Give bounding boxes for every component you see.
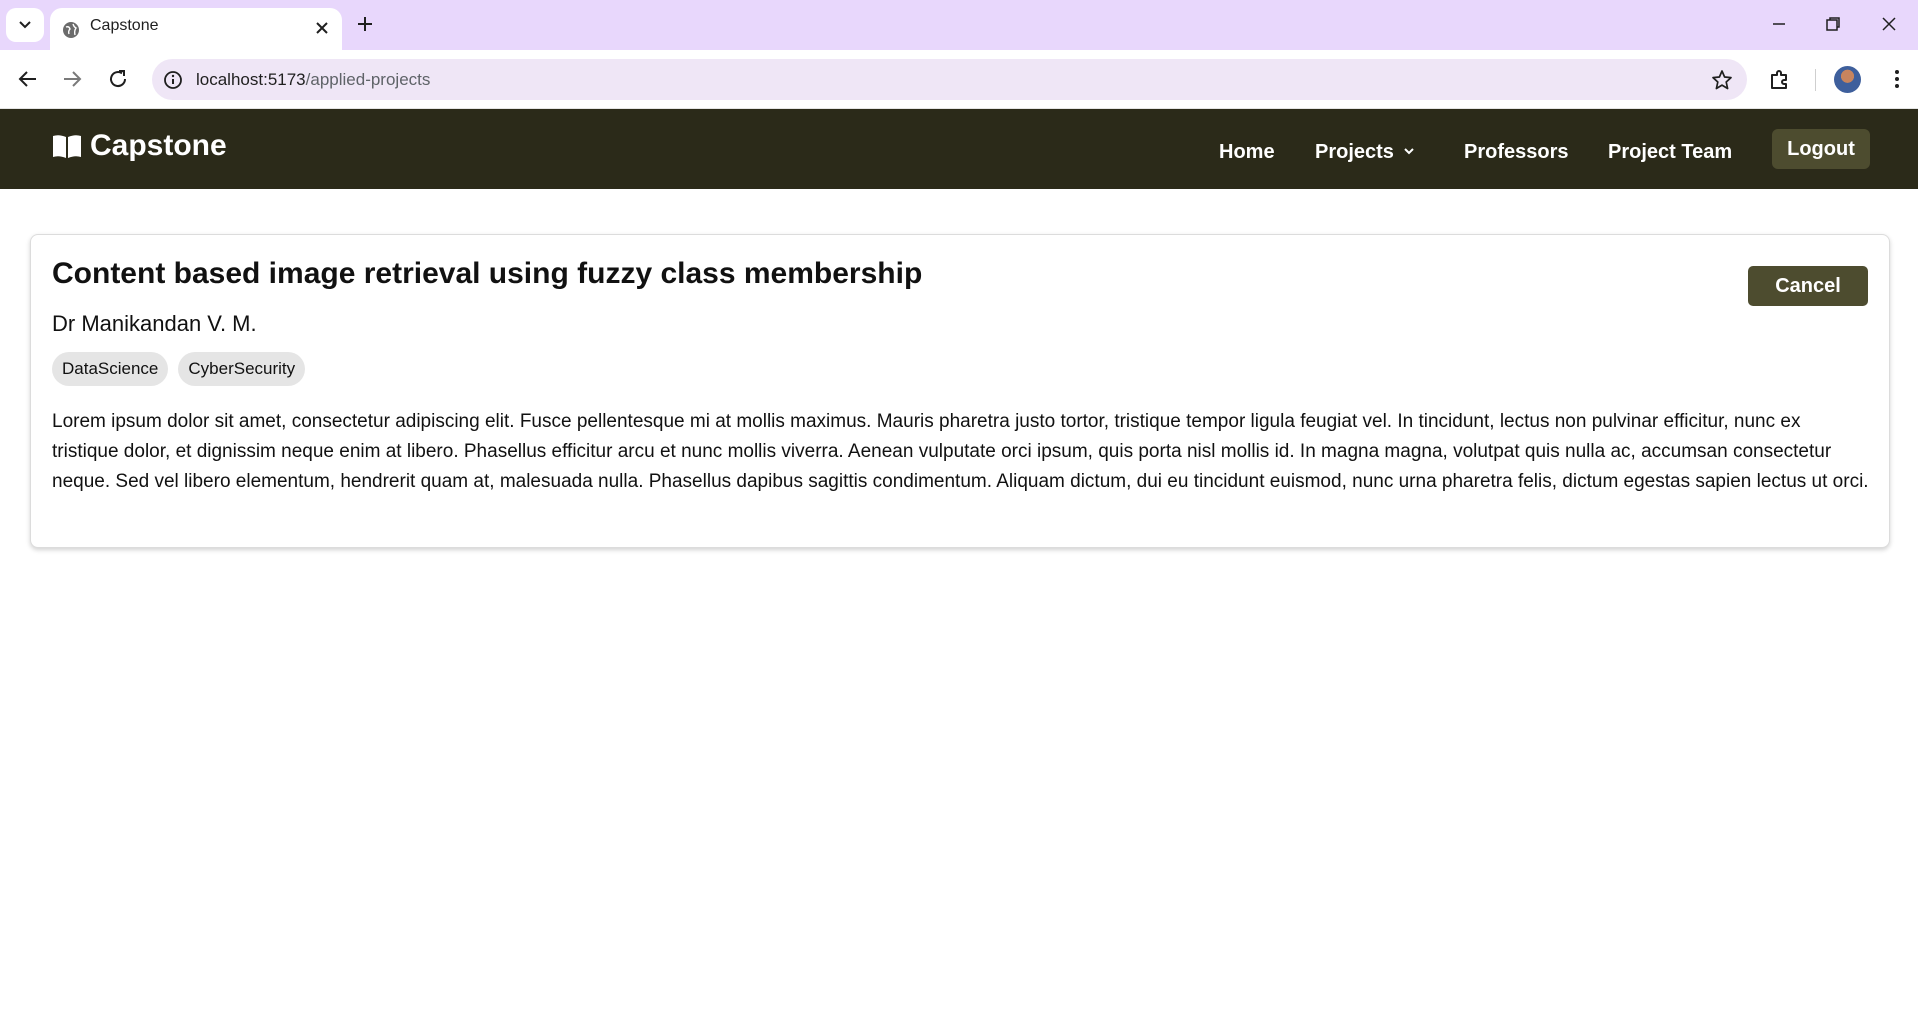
nav-link-projects[interactable]: Projects <box>1315 141 1394 164</box>
brand-logo[interactable]: Capstone <box>52 129 227 163</box>
chevron-down-icon[interactable] <box>1402 144 1416 158</box>
avatar[interactable] <box>1834 66 1861 93</box>
forward-arrow-icon[interactable] <box>60 67 84 91</box>
app-navbar: Capstone Home Projects Professors Projec… <box>0 109 1918 189</box>
window-close-icon[interactable] <box>1880 15 1898 33</box>
professor-name: Dr Manikandan V. M. <box>52 311 257 336</box>
star-icon[interactable] <box>1711 69 1733 91</box>
cancel-button[interactable]: Cancel <box>1748 266 1868 306</box>
back-arrow-icon[interactable] <box>16 67 40 91</box>
minimize-icon[interactable] <box>1770 15 1788 33</box>
extensions-icon[interactable] <box>1768 67 1792 91</box>
site-info-icon[interactable] <box>162 69 184 91</box>
tag-list: DataScience CyberSecurity <box>52 352 306 386</box>
nav-link-home[interactable]: Home <box>1219 141 1275 164</box>
url-host: localhost:5173 <box>196 70 306 89</box>
reload-icon[interactable] <box>106 67 130 91</box>
logout-button[interactable]: Logout <box>1772 129 1870 169</box>
browser-tab[interactable]: Capstone <box>50 8 342 50</box>
nav-link-professors[interactable]: Professors <box>1464 141 1569 164</box>
globe-icon <box>63 22 79 38</box>
project-description: Lorem ipsum dolor sit amet, consectetur … <box>52 411 1869 492</box>
open-book-icon <box>53 135 81 158</box>
project-card: Content based image retrieval using fuzz… <box>30 234 1890 548</box>
url-path: /applied-projects <box>305 70 431 89</box>
restore-icon[interactable] <box>1824 15 1842 33</box>
tab-title: Capstone <box>90 17 159 34</box>
tag-badge: CyberSecurity <box>178 352 306 386</box>
url-text: localhost:5173/applied-projects <box>196 70 430 90</box>
browser-tab-strip: Capstone <box>0 0 1918 50</box>
tab-search-button[interactable] <box>6 8 44 42</box>
kebab-menu-icon[interactable] <box>1885 67 1909 91</box>
tab-search-icon <box>19 21 31 29</box>
close-icon[interactable] <box>314 20 330 36</box>
browser-toolbar: localhost:5173/applied-projects <box>0 50 1918 109</box>
tag-badge: DataScience <box>52 352 169 386</box>
brand-name: Capstone <box>90 129 227 162</box>
plus-icon[interactable] <box>355 14 375 34</box>
project-title: Content based image retrieval using fuzz… <box>52 257 923 290</box>
toolbar-divider <box>1815 69 1816 91</box>
nav-link-project-team[interactable]: Project Team <box>1608 141 1732 164</box>
address-bar[interactable]: localhost:5173/applied-projects <box>152 59 1747 100</box>
